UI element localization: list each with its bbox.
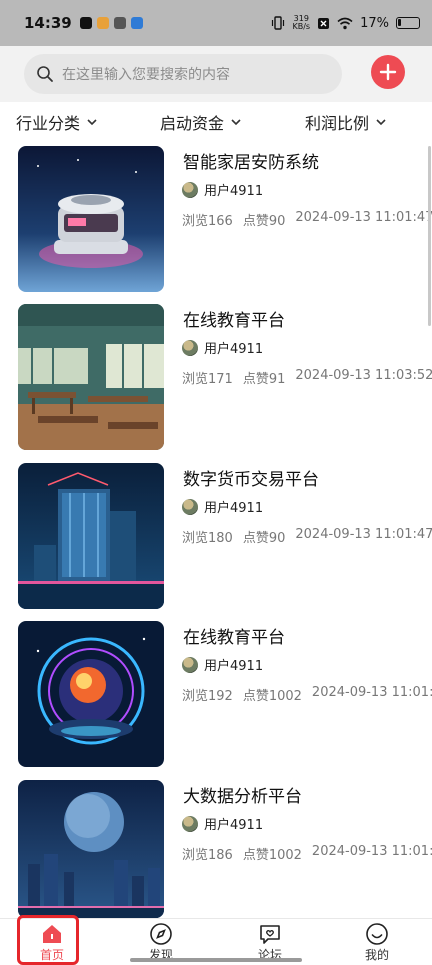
author-name: 用户4911	[204, 818, 264, 833]
author-name: 用户4911	[204, 342, 264, 357]
filter-label: 启动资金	[160, 114, 225, 133]
author-name: 用户4911	[204, 659, 264, 674]
timestamp: 2024-09-13 11:01:47	[295, 527, 432, 542]
filter-bar: 行业分类 启动资金 利润比例	[0, 102, 432, 140]
view-count: 浏览166	[182, 214, 233, 229]
item-title: 在线教育平台	[183, 628, 285, 648]
thumbnail-image	[18, 621, 164, 767]
compass-icon	[150, 923, 172, 945]
view-count: 浏览180	[182, 531, 233, 546]
item-title: 智能家居安防系统	[183, 153, 319, 173]
search-icon	[37, 66, 53, 82]
view-count: 浏览192	[182, 689, 233, 704]
chevron-down-icon	[376, 119, 386, 126]
item-title: 数字货币交易平台	[183, 470, 319, 490]
avatar	[182, 498, 198, 515]
avatar	[182, 656, 198, 673]
item-meta: 浏览180 点赞90 2024-09-13 11:01:47	[182, 527, 432, 546]
net-speed: 319 KB/s	[292, 15, 310, 31]
status-time: 14:39	[24, 14, 72, 32]
like-count: 点赞91	[242, 372, 286, 387]
link-icon	[113, 17, 126, 29]
item-title: 在线教育平台	[183, 311, 285, 331]
net-speed-unit: KB/s	[292, 22, 311, 31]
like-count: 点赞90	[242, 531, 286, 546]
timestamp: 2024-09-13 11:01:47	[311, 685, 432, 700]
home-indicator[interactable]	[130, 958, 302, 962]
tiktok-icon	[79, 17, 92, 29]
item-author: 用户4911	[182, 180, 263, 199]
app-icon	[130, 17, 143, 29]
battery-icon	[396, 17, 420, 29]
add-button[interactable]	[371, 55, 405, 89]
filter-profit-ratio[interactable]: 利润比例	[305, 110, 387, 134]
forum-icon	[260, 925, 280, 944]
like-count: 点赞1002	[242, 689, 302, 704]
status-left: 14:39	[24, 14, 143, 32]
filter-label: 行业分类	[16, 114, 81, 133]
filter-startup-capital[interactable]: 启动资金	[160, 110, 242, 134]
thumbnail-image	[18, 304, 164, 450]
item-author: 用户4911	[182, 655, 263, 674]
avatar	[182, 181, 198, 198]
author-name: 用户4911	[204, 501, 264, 516]
active-tab-highlight	[17, 915, 79, 965]
chevron-down-icon	[231, 119, 241, 126]
item-meta: 浏览171 点赞91 2024-09-13 11:03:52	[182, 368, 432, 387]
item-author: 用户4911	[182, 497, 263, 516]
like-count: 点赞1002	[242, 848, 302, 863]
item-meta: 浏览192 点赞1002 2024-09-13 11:01:47	[182, 685, 432, 704]
like-count: 点赞90	[242, 214, 286, 229]
status-right: 319 KB/s 17%	[271, 15, 420, 31]
scrollbar[interactable]	[428, 146, 431, 326]
filter-industry[interactable]: 行业分类	[16, 110, 98, 134]
tab-profile[interactable]: 我的	[345, 921, 409, 965]
item-author: 用户4911	[182, 338, 263, 357]
timestamp: 2024-09-13 11:01:47	[295, 210, 432, 225]
list-item[interactable]: 大数据分析平台 用户4911 浏览186 点赞1002 2024-09-13 1…	[18, 780, 432, 926]
profile-icon	[366, 923, 388, 945]
thumbnail-image	[18, 780, 164, 918]
list-item[interactable]: 在线教育平台 用户4911 浏览171 点赞91 2024-09-13 11:0…	[18, 304, 432, 450]
avatar	[182, 339, 198, 356]
item-meta: 浏览166 点赞90 2024-09-13 11:01:47	[182, 210, 432, 229]
avatar	[182, 815, 198, 832]
view-count: 浏览171	[182, 372, 233, 387]
view-count: 浏览186	[182, 848, 233, 863]
weibo-icon	[96, 17, 109, 29]
item-title: 大数据分析平台	[183, 787, 302, 807]
chevron-down-icon	[87, 119, 97, 126]
author-name: 用户4911	[204, 184, 264, 199]
no-sim-icon	[318, 17, 330, 29]
notification-icons	[79, 17, 143, 29]
thumbnail-image	[18, 146, 164, 292]
item-meta: 浏览186 点赞1002 2024-09-13 11:01:47	[182, 844, 432, 863]
list-item[interactable]: 智能家居安防系统 用户4911 浏览166 点赞90 2024-09-13 11…	[18, 146, 432, 292]
header: 在这里输入您要搜索的内容	[0, 46, 432, 102]
thumbnail-image	[18, 463, 164, 609]
battery-percent: 17%	[360, 15, 389, 31]
timestamp: 2024-09-13 11:03:52	[295, 368, 432, 383]
tab-label: 我的	[364, 948, 389, 962]
list-item[interactable]: 数字货币交易平台 用户4911 浏览180 点赞90 2024-09-13 11…	[18, 463, 432, 609]
status-bar: 14:39 319 KB/s 17%	[0, 0, 432, 46]
timestamp: 2024-09-13 11:01:47	[311, 844, 432, 859]
vibrate-icon	[272, 16, 285, 30]
filter-label: 利润比例	[305, 114, 370, 133]
list-item[interactable]: 在线教育平台 用户4911 浏览192 点赞1002 2024-09-13 11…	[18, 621, 432, 767]
item-author: 用户4911	[182, 814, 263, 833]
plus-icon	[379, 63, 397, 81]
search-input[interactable]: 在这里输入您要搜索的内容	[62, 64, 230, 84]
search-bar[interactable]: 在这里输入您要搜索的内容	[24, 54, 342, 94]
wifi-icon	[337, 17, 353, 29]
